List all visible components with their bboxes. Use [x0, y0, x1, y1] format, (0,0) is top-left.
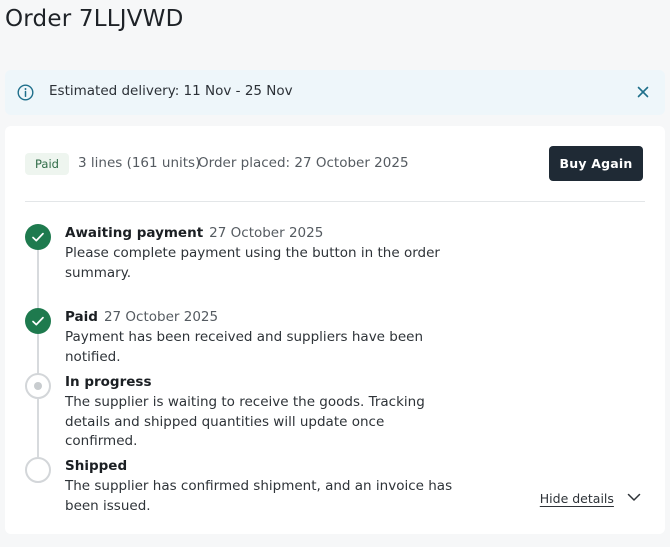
- step-in-progress-icon: [25, 373, 51, 399]
- step-title: Shipped: [65, 458, 128, 474]
- order-card: Paid 3 lines (161 units) Order placed: 2…: [5, 126, 665, 534]
- order-timeline: Awaiting payment 27 October 2025 Please c…: [25, 222, 645, 522]
- step-complete-check-icon: [25, 224, 51, 250]
- step-pending-icon: [25, 457, 51, 483]
- step-description: Payment has been received and suppliers …: [65, 329, 424, 365]
- divider: [25, 201, 645, 202]
- step-date: 27 October 2025: [209, 225, 324, 241]
- hide-details-label[interactable]: Hide details: [540, 491, 614, 506]
- step-description: Please complete payment using the button…: [65, 245, 440, 281]
- step-title: Awaiting payment: [65, 225, 204, 241]
- step-description: The supplier is waiting to receive the g…: [65, 394, 425, 449]
- buy-again-button[interactable]: Buy Again: [549, 146, 643, 181]
- timeline-step: Shipped The supplier has confirmed shipm…: [65, 457, 455, 516]
- status-badge: Paid: [25, 153, 69, 175]
- timeline-connector: [37, 399, 39, 457]
- step-complete-check-icon: [25, 308, 51, 334]
- close-icon[interactable]: [635, 84, 651, 100]
- timeline-connector: [37, 334, 39, 374]
- step-date: 27 October 2025: [103, 309, 219, 325]
- chevron-down-icon[interactable]: [627, 487, 641, 506]
- timeline-step: Awaiting payment 27 October 2025 Please c…: [65, 224, 455, 283]
- step-description: The supplier has confirmed shipment, and…: [65, 478, 453, 514]
- estimated-delivery-text: Estimated delivery: 11 Nov - 25 Nov: [49, 83, 293, 99]
- order-placed-date: Order placed: 27 October 2025: [198, 155, 409, 171]
- step-title: In progress: [65, 374, 152, 390]
- order-lines-count: 3 lines (161 units): [78, 155, 201, 171]
- step-title: Paid: [65, 309, 98, 325]
- info-icon: [17, 84, 34, 101]
- page-title: Order 7LLJVWD: [5, 6, 184, 32]
- hide-details-toggle[interactable]: Hide details: [540, 488, 641, 508]
- timeline-step: In progress The supplier is waiting to r…: [65, 373, 455, 452]
- delivery-banner: Estimated delivery: 11 Nov - 25 Nov: [5, 70, 665, 115]
- order-summary: Paid 3 lines (161 units) Order placed: 2…: [25, 146, 645, 184]
- timeline-step: Paid 27 October 2025 Payment has been rec…: [65, 308, 455, 367]
- timeline-connector: [37, 250, 39, 308]
